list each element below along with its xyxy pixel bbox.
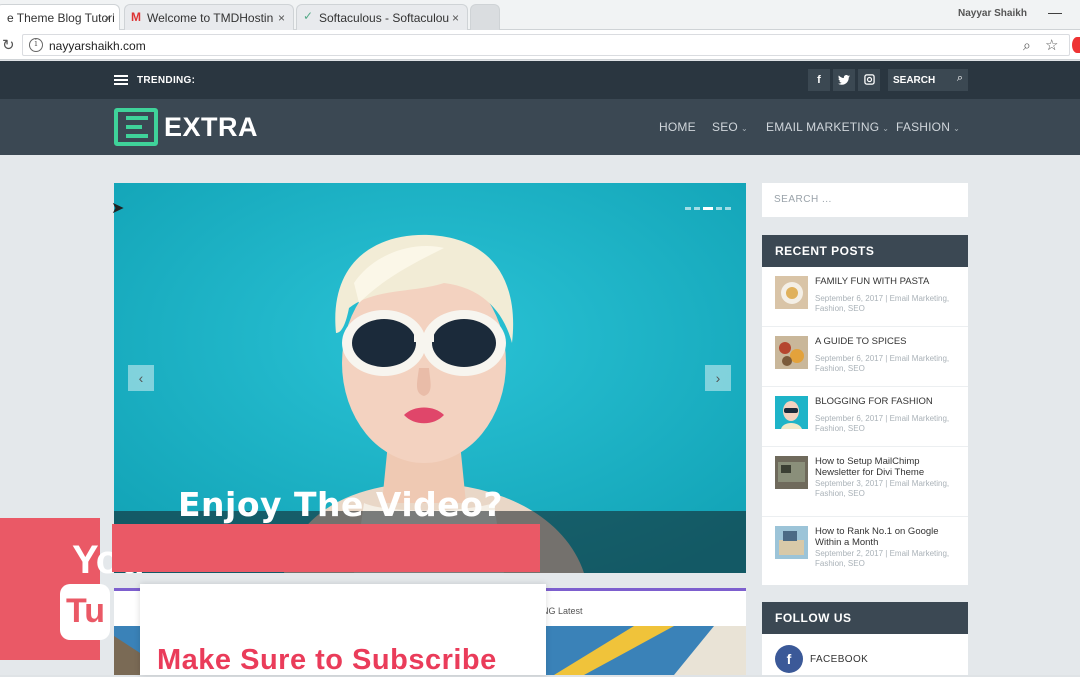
subscribe-text: Make Sure to Subscribe	[157, 644, 497, 676]
youtube-logo-text: Tu	[66, 592, 106, 630]
post-thumbnail[interactable]	[775, 396, 808, 429]
mouse-cursor-icon: ➤	[111, 200, 125, 217]
extension-icon[interactable]	[1072, 37, 1080, 53]
tab-close-icon[interactable]: ×	[452, 11, 459, 25]
reload-icon[interactable]: ↻	[2, 36, 15, 54]
top-search-box[interactable]: SEARCH ⌕	[888, 69, 968, 91]
logo-mark-icon[interactable]	[114, 108, 158, 146]
tab-close-icon[interactable]: ×	[278, 11, 285, 25]
post-title[interactable]: FAMILY FUN WITH PASTA	[815, 276, 960, 287]
list-item[interactable]: How to Rank No.1 on Google Within a Mont…	[762, 517, 968, 585]
post-title[interactable]: A GUIDE TO SPICES	[815, 336, 960, 347]
url-field[interactable]: i nayyarshaikh.com ⌕ ☆	[22, 34, 1070, 56]
list-item[interactable]: BLOGGING FOR FASHION September 6, 2017 |…	[762, 387, 968, 447]
instagram-icon[interactable]	[858, 69, 880, 91]
facebook-icon[interactable]: f	[808, 69, 830, 91]
bookmark-star-icon[interactable]: ☆	[1045, 36, 1058, 54]
post-meta: September 2, 2017 | Email Marketing, Fas…	[815, 549, 950, 568]
top-search-label: SEARCH	[893, 75, 936, 86]
slider-dot[interactable]	[694, 207, 700, 210]
post-thumbnail[interactable]	[775, 336, 808, 369]
url-text[interactable]: nayyarshaikh.com	[49, 39, 146, 53]
nav-seo[interactable]: SEO ⌄	[712, 120, 748, 134]
post-meta: September 6, 2017 | Email Marketing, Fas…	[815, 354, 950, 373]
logo-bar	[126, 116, 148, 120]
slider-dot[interactable]	[685, 207, 691, 210]
sidebar-search-input[interactable]: SEARCH ...	[762, 183, 968, 217]
nav-home[interactable]: HOME	[659, 120, 696, 134]
slider-dot[interactable]	[716, 207, 722, 210]
new-tab-button[interactable]	[470, 4, 500, 30]
info-icon[interactable]: i	[29, 38, 43, 52]
browser-tab-bar: e Theme Blog Tutori × M Welcome to TMDHo…	[0, 0, 1080, 30]
site-top-nav: TRENDING: f SEARCH ⌕	[0, 61, 1080, 99]
tab-theme-blog[interactable]: e Theme Blog Tutori ×	[0, 4, 120, 30]
site-logo-text[interactable]: EXTRA	[164, 112, 258, 143]
slide-title[interactable]: Enjoy The Video?	[178, 485, 503, 524]
tab-title: Softaculous - Softaculou	[319, 11, 450, 25]
slider-prev-button[interactable]: ‹	[128, 365, 154, 391]
trending-label: TRENDING:	[137, 75, 196, 86]
slider-dot-active[interactable]	[703, 207, 713, 210]
post-meta: September 6, 2017 | Email Marketing, Fas…	[815, 294, 950, 313]
follow-us-box: f FACEBOOK	[762, 634, 968, 675]
recent-posts-heading: RECENT POSTS	[762, 235, 968, 267]
post-meta: September 6, 2017 | Email Marketing, Fas…	[815, 414, 950, 433]
logo-bar	[126, 134, 148, 138]
list-item[interactable]: How to Setup MailChimp Newsletter for Di…	[762, 447, 968, 517]
post-thumbnail[interactable]	[775, 276, 808, 309]
chevron-down-icon: ⌄	[740, 124, 748, 133]
search-icon[interactable]: ⌕	[957, 72, 963, 85]
tab-title: e Theme Blog Tutori	[7, 11, 115, 25]
twitter-icon[interactable]	[833, 69, 855, 91]
post-title[interactable]: BLOGGING FOR FASHION	[815, 396, 960, 407]
slider-dot[interactable]	[725, 207, 731, 210]
softaculous-icon: ✓	[303, 9, 314, 23]
nav-label: EMAIL MARKETING	[766, 120, 880, 134]
zoom-icon[interactable]: ⌕	[1023, 37, 1031, 54]
tab-title: Welcome to TMDHostin	[147, 11, 274, 25]
post-meta: September 3, 2017 | Email Marketing, Fas…	[815, 479, 950, 498]
slider-dots	[682, 197, 731, 215]
nav-label: FASHION	[896, 120, 951, 134]
nav-label: SEO	[712, 120, 738, 134]
list-item[interactable]: FAMILY FUN WITH PASTA September 6, 2017 …	[762, 267, 968, 327]
nav-email-marketing[interactable]: EMAIL MARKETING ⌄	[766, 120, 889, 134]
tab-tmdhosting[interactable]: M Welcome to TMDHostin ×	[124, 4, 294, 30]
gmail-icon: M	[131, 10, 141, 24]
post-thumbnail[interactable]	[775, 456, 808, 489]
nav-fashion[interactable]: FASHION ⌄	[896, 120, 960, 134]
facebook-label[interactable]: FACEBOOK	[810, 654, 868, 665]
recent-posts-list: FAMILY FUN WITH PASTA September 6, 2017 …	[762, 267, 968, 585]
latest-tab-label[interactable]: NG Latest	[542, 606, 583, 616]
subscribe-banner-strip	[112, 524, 540, 572]
follow-us-heading: FOLLOW US	[762, 602, 968, 634]
post-title[interactable]: How to Setup MailChimp Newsletter for Di…	[815, 456, 960, 478]
chevron-down-icon: ⌄	[882, 124, 890, 133]
post-thumbnail[interactable]	[775, 526, 808, 559]
address-bar-row: ↻ i nayyarshaikh.com ⌕ ☆	[0, 30, 1080, 60]
sidebar-search-placeholder: SEARCH ...	[774, 194, 832, 205]
nav-label: HOME	[659, 120, 696, 134]
profile-name[interactable]: Nayyar Shaikh	[958, 8, 1027, 19]
post-title[interactable]: How to Rank No.1 on Google Within a Mont…	[815, 526, 960, 548]
featured-slider[interactable]: ‹ › Enjoy The Video?	[114, 183, 746, 573]
chevron-down-icon: ⌄	[953, 124, 960, 133]
facebook-icon[interactable]: f	[775, 645, 803, 673]
logo-bar	[126, 125, 142, 129]
minimize-icon[interactable]: —	[1048, 4, 1062, 20]
tab-close-icon[interactable]: ×	[104, 11, 111, 25]
site-header: EXTRA HOME SEO ⌄ EMAIL MARKETING ⌄ FASHION…	[0, 99, 1080, 155]
tab-softaculous[interactable]: ✓ Softaculous - Softaculou ×	[296, 4, 468, 30]
slider-next-button[interactable]: ›	[705, 365, 731, 391]
list-item[interactable]: A GUIDE TO SPICES September 6, 2017 | Em…	[762, 327, 968, 387]
hamburger-menu-icon[interactable]	[114, 75, 128, 85]
